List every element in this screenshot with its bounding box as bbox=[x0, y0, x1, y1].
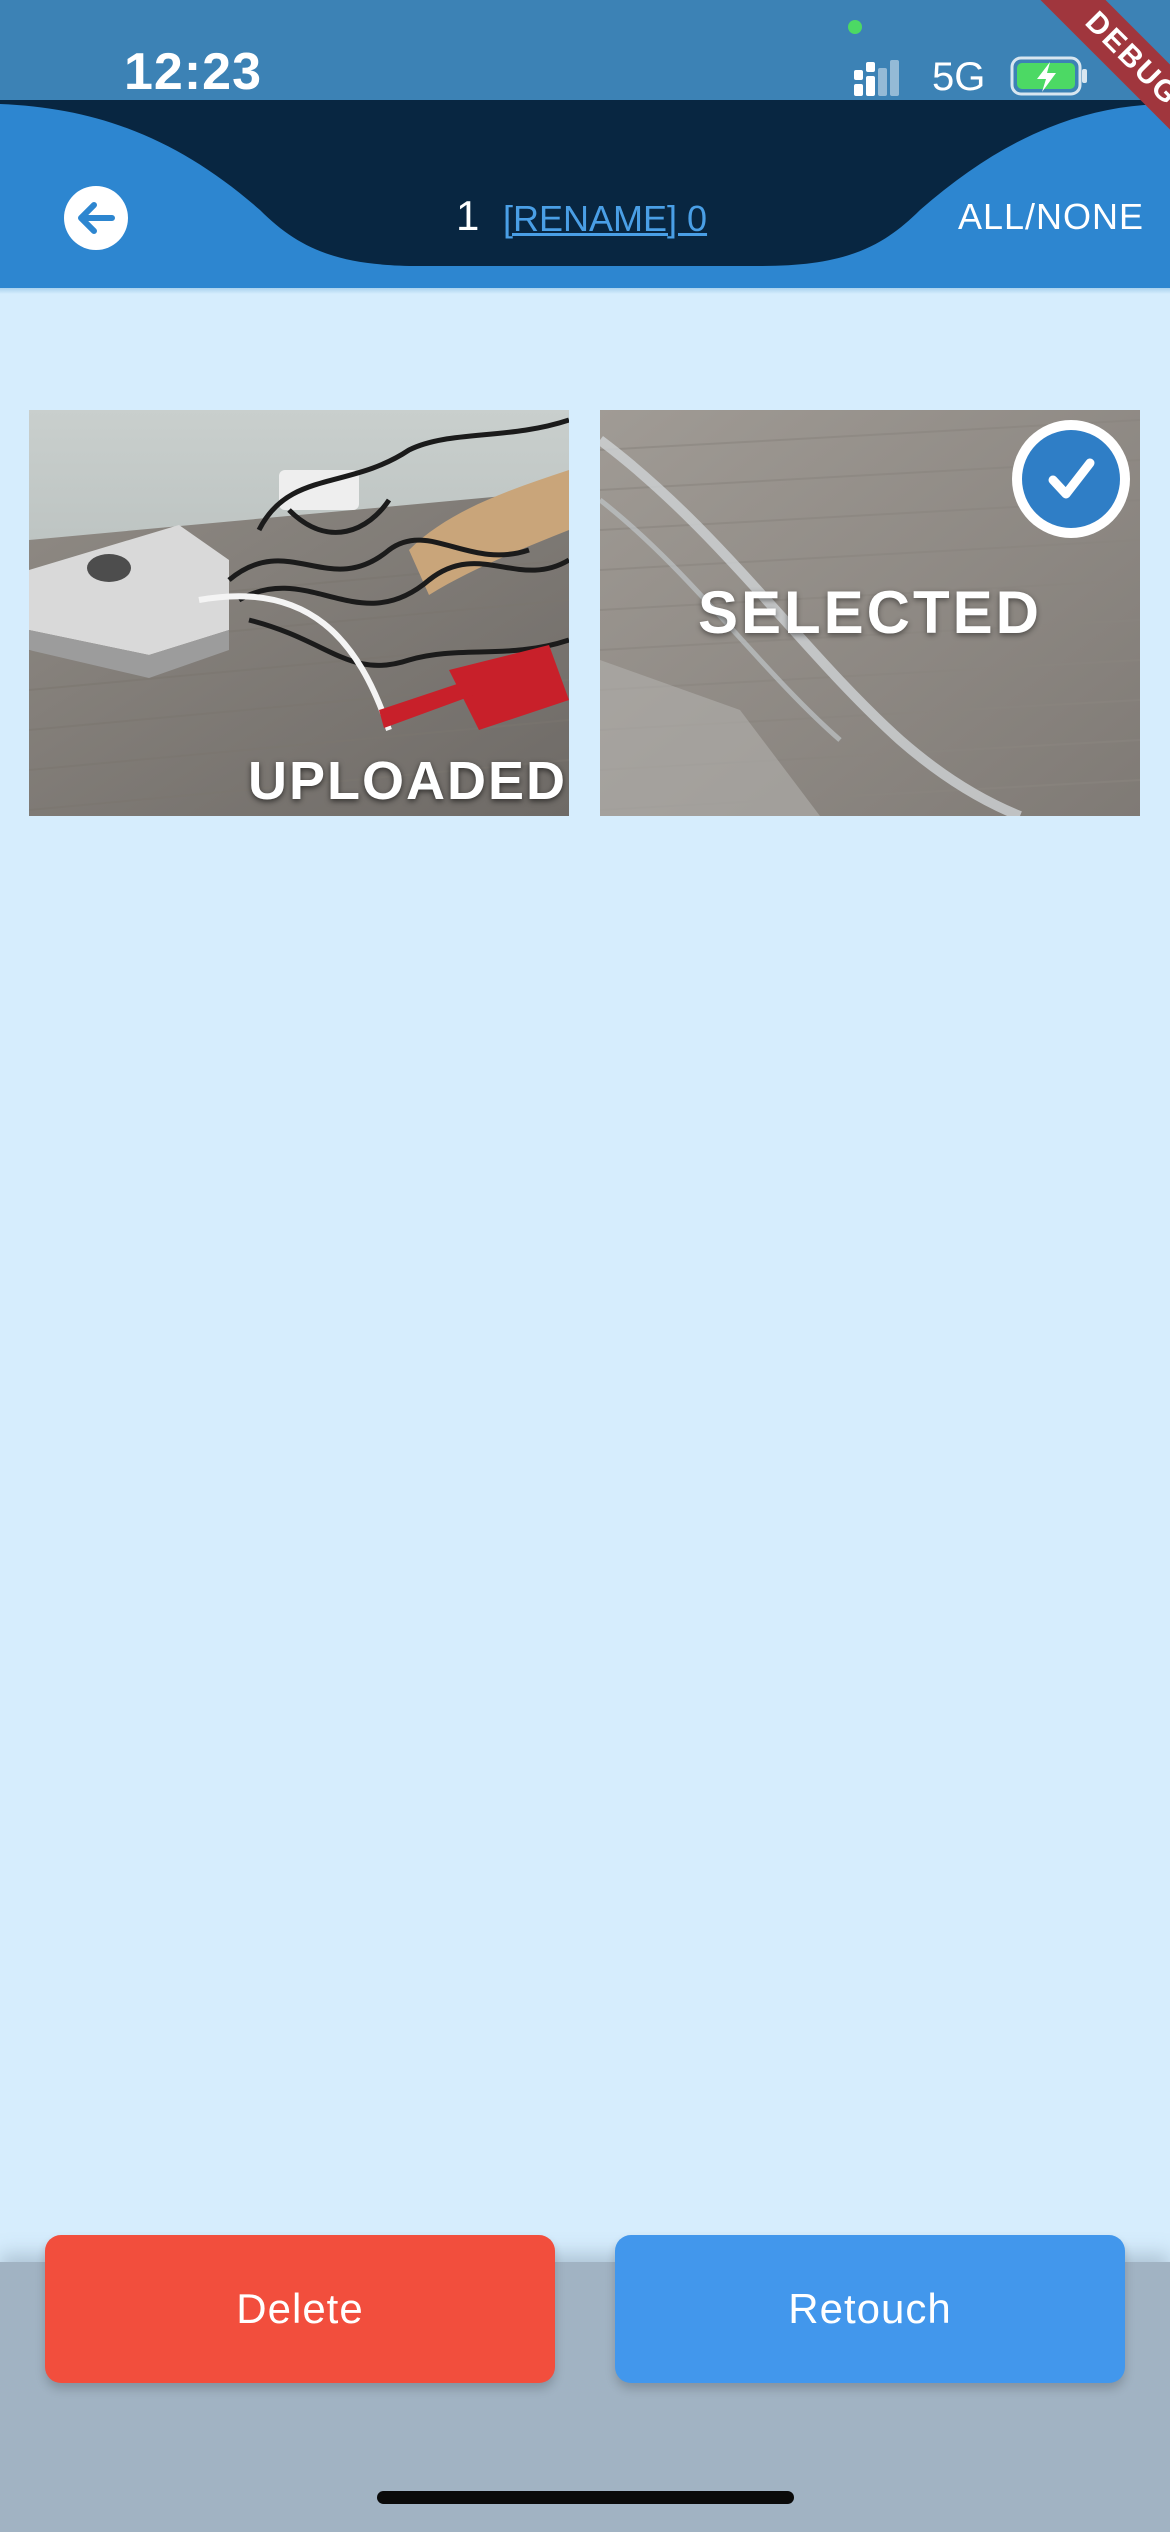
back-arrow-icon bbox=[78, 202, 115, 234]
select-all-none-button[interactable]: ALL/NONE bbox=[958, 196, 1144, 238]
app-header bbox=[0, 100, 1170, 290]
status-time: 12:23 bbox=[124, 43, 262, 101]
home-indicator[interactable] bbox=[377, 2491, 794, 2504]
signal-icon bbox=[854, 60, 899, 96]
selected-count: 1 bbox=[456, 192, 480, 239]
photo-tile-selected[interactable]: SELECTED bbox=[600, 410, 1140, 816]
retouch-button[interactable]: Retouch bbox=[615, 2235, 1125, 2383]
uploaded-label: UPLOADED bbox=[247, 751, 567, 811]
selected-badge bbox=[1012, 420, 1130, 538]
photo-tile-uploaded[interactable]: UPLOADED bbox=[29, 410, 569, 816]
selected-label: SELECTED bbox=[697, 579, 1043, 646]
battery-charging-icon bbox=[1010, 56, 1087, 96]
back-button[interactable] bbox=[64, 186, 128, 250]
header-wave bbox=[0, 100, 1170, 266]
privacy-indicator-dot bbox=[848, 20, 862, 34]
network-type: 5G bbox=[932, 55, 986, 99]
rename-link[interactable]: [RENAME] 0 bbox=[503, 198, 707, 240]
delete-button[interactable]: Delete bbox=[45, 2235, 555, 2383]
header-divider bbox=[0, 288, 1170, 294]
checkmark-icon bbox=[1048, 458, 1095, 499]
